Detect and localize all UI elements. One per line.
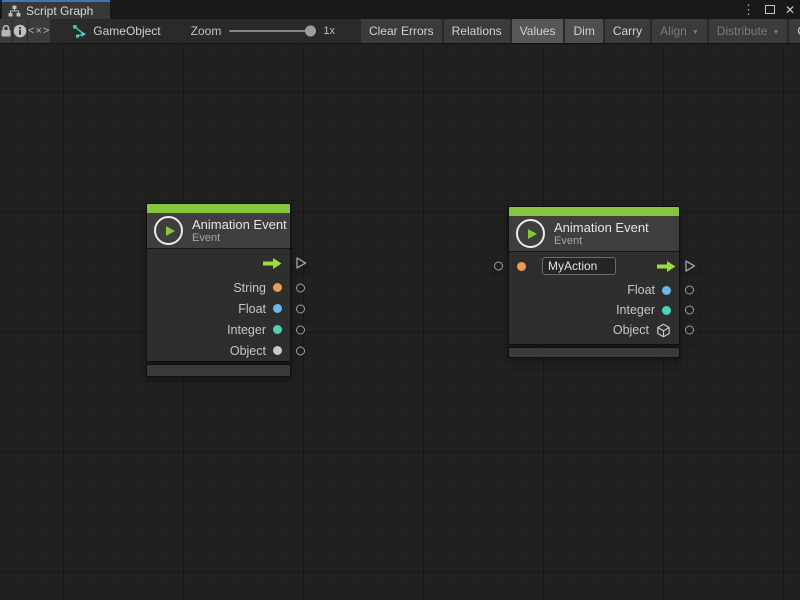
port-name-in[interactable]	[494, 262, 503, 271]
node-footer	[508, 347, 680, 358]
overview-button[interactable]: Overv	[789, 19, 800, 43]
node-header[interactable]: Animation Event Event	[509, 216, 679, 252]
node-title: Animation Event	[554, 220, 649, 235]
object-type-icon	[273, 346, 282, 355]
tab-title: Script Graph	[26, 4, 93, 18]
node-subtitle: Event	[554, 235, 649, 248]
zoom-slider[interactable]	[229, 30, 316, 32]
node-title: Animation Event	[192, 217, 287, 232]
tab-bar: Script Graph ⋮ ✕	[0, 0, 800, 19]
zoom-slider-handle[interactable]	[305, 26, 316, 37]
node-accent-bar	[509, 207, 679, 216]
float-type-icon	[662, 286, 671, 295]
chevron-down-icon: ▼	[692, 29, 699, 36]
string-type-icon	[517, 262, 526, 271]
port-integer-out[interactable]	[296, 325, 305, 334]
output-row-float: Float	[147, 298, 290, 319]
lock-button[interactable]	[0, 19, 12, 43]
values-toggle-button[interactable]: Values	[512, 19, 564, 43]
graph-toolbar: <×> GameObject Zoom 1x Clear Errors Rel	[0, 19, 800, 44]
info-button[interactable]	[13, 19, 27, 43]
zoom-control: Zoom 1x	[191, 19, 335, 43]
node-header[interactable]: Animation Event Event	[147, 213, 290, 249]
flow-arrow-icon	[263, 257, 282, 270]
graph-canvas[interactable]: Animation Event Event String	[0, 44, 800, 600]
node-subtitle: Event	[192, 232, 287, 245]
window-controls: ⋮ ✕	[742, 0, 795, 19]
animation-event-node-2[interactable]: Animation Event Event	[508, 206, 680, 358]
toolbar-buttons: Clear Errors Relations Values Dim Carry …	[361, 19, 800, 43]
close-icon[interactable]: ✕	[785, 4, 795, 16]
unity-visual-scripting-window: Script Graph ⋮ ✕ <×>	[0, 0, 800, 600]
output-row-integer: Integer	[509, 300, 679, 320]
output-row-string: String	[147, 277, 290, 298]
output-row-float: Float	[509, 280, 679, 300]
port-trigger-out[interactable]	[684, 260, 696, 273]
lock-icon	[0, 24, 12, 38]
align-dropdown-button[interactable]: Align ▼	[652, 19, 707, 43]
trigger-output-row	[147, 249, 290, 277]
script-graph-asset-icon	[72, 24, 87, 38]
port-object-out[interactable]	[685, 326, 694, 335]
string-type-icon	[273, 283, 282, 292]
flow-arrow-icon	[657, 260, 676, 273]
output-row-object: Object	[509, 320, 679, 340]
port-float-out[interactable]	[296, 304, 305, 313]
play-event-icon	[154, 216, 183, 245]
dim-toggle-button[interactable]: Dim	[565, 19, 602, 43]
node-accent-bar	[147, 204, 290, 213]
float-type-icon	[273, 304, 282, 313]
graph-target[interactable]: GameObject	[72, 19, 160, 43]
animation-event-node-1[interactable]: Animation Event Event String	[146, 203, 291, 377]
tab-script-graph[interactable]: Script Graph	[2, 0, 110, 19]
chevron-down-icon: ▼	[772, 29, 779, 36]
graph-target-label: GameObject	[93, 24, 160, 38]
port-string-out[interactable]	[296, 283, 305, 292]
distribute-dropdown-button[interactable]: Distribute ▼	[709, 19, 788, 43]
port-float-out[interactable]	[685, 286, 694, 295]
code-icon: <×>	[28, 25, 50, 37]
integer-type-icon	[273, 325, 282, 334]
port-trigger-out[interactable]	[295, 257, 307, 270]
output-row-object: Object	[147, 340, 290, 361]
integer-type-icon	[662, 306, 671, 315]
info-icon	[13, 24, 27, 38]
play-event-icon	[516, 219, 545, 248]
window-menu-icon[interactable]: ⋮	[742, 3, 755, 16]
relations-button[interactable]: Relations	[444, 19, 510, 43]
zoom-label: Zoom	[191, 24, 222, 38]
output-row-integer: Integer	[147, 319, 290, 340]
node-footer	[146, 364, 291, 377]
carry-button[interactable]: Carry	[605, 19, 650, 43]
zoom-value: 1x	[323, 25, 335, 37]
maximize-icon[interactable]	[765, 5, 775, 14]
clear-errors-button[interactable]: Clear Errors	[361, 19, 442, 43]
port-integer-out[interactable]	[685, 306, 694, 315]
port-object-out[interactable]	[296, 346, 305, 355]
cube-object-icon	[656, 323, 671, 338]
edit-source-button[interactable]: <×>	[28, 19, 50, 43]
event-name-row	[509, 252, 679, 280]
graph-hierarchy-icon	[8, 5, 21, 17]
event-name-input[interactable]	[542, 257, 616, 275]
